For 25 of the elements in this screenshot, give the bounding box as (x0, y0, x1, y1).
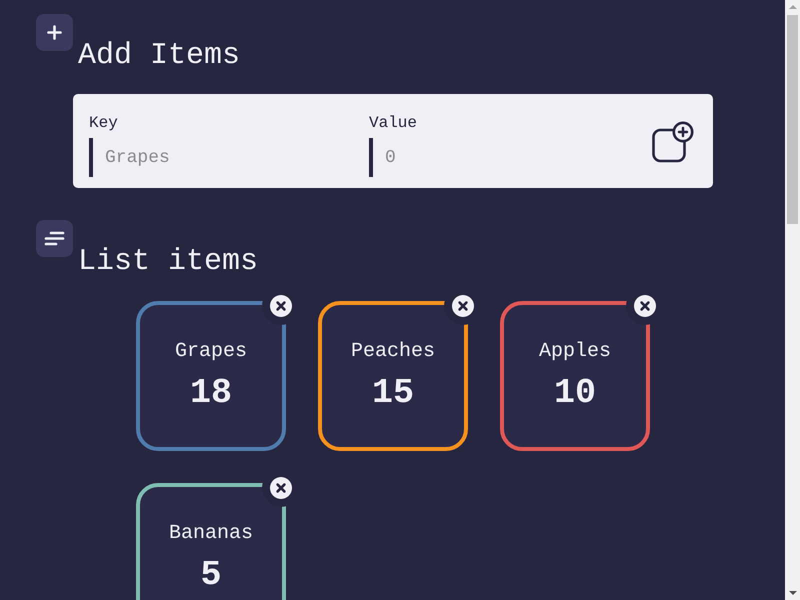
section-title: Add Items (78, 38, 240, 74)
close-icon (270, 295, 292, 317)
plus-icon (36, 14, 73, 51)
item-name: Peaches (350, 340, 435, 364)
item-name: Apples (538, 340, 611, 364)
scrollbar[interactable] (785, 0, 800, 600)
input-field[interactable]: 0 (369, 138, 635, 177)
item-count: 15 (372, 374, 414, 412)
close-icon (634, 295, 656, 317)
field-label: Value (369, 113, 418, 133)
sort-icon (36, 220, 73, 257)
item-name: Bananas (168, 522, 253, 546)
add-button[interactable] (652, 121, 694, 163)
scroll-down-icon[interactable] (788, 591, 796, 595)
add-icon (652, 121, 694, 163)
close-icon (270, 477, 292, 499)
item-name: Grapes (174, 340, 247, 364)
section-title: List items (78, 244, 258, 280)
item-count: 10 (554, 374, 596, 412)
item-count: 5 (200, 556, 222, 594)
field-label: Key (89, 113, 118, 133)
scrollbar-thumb[interactable] (787, 15, 798, 224)
item-count: 18 (190, 374, 232, 412)
input-field[interactable]: Grapes (89, 138, 355, 177)
close-icon (452, 295, 474, 317)
